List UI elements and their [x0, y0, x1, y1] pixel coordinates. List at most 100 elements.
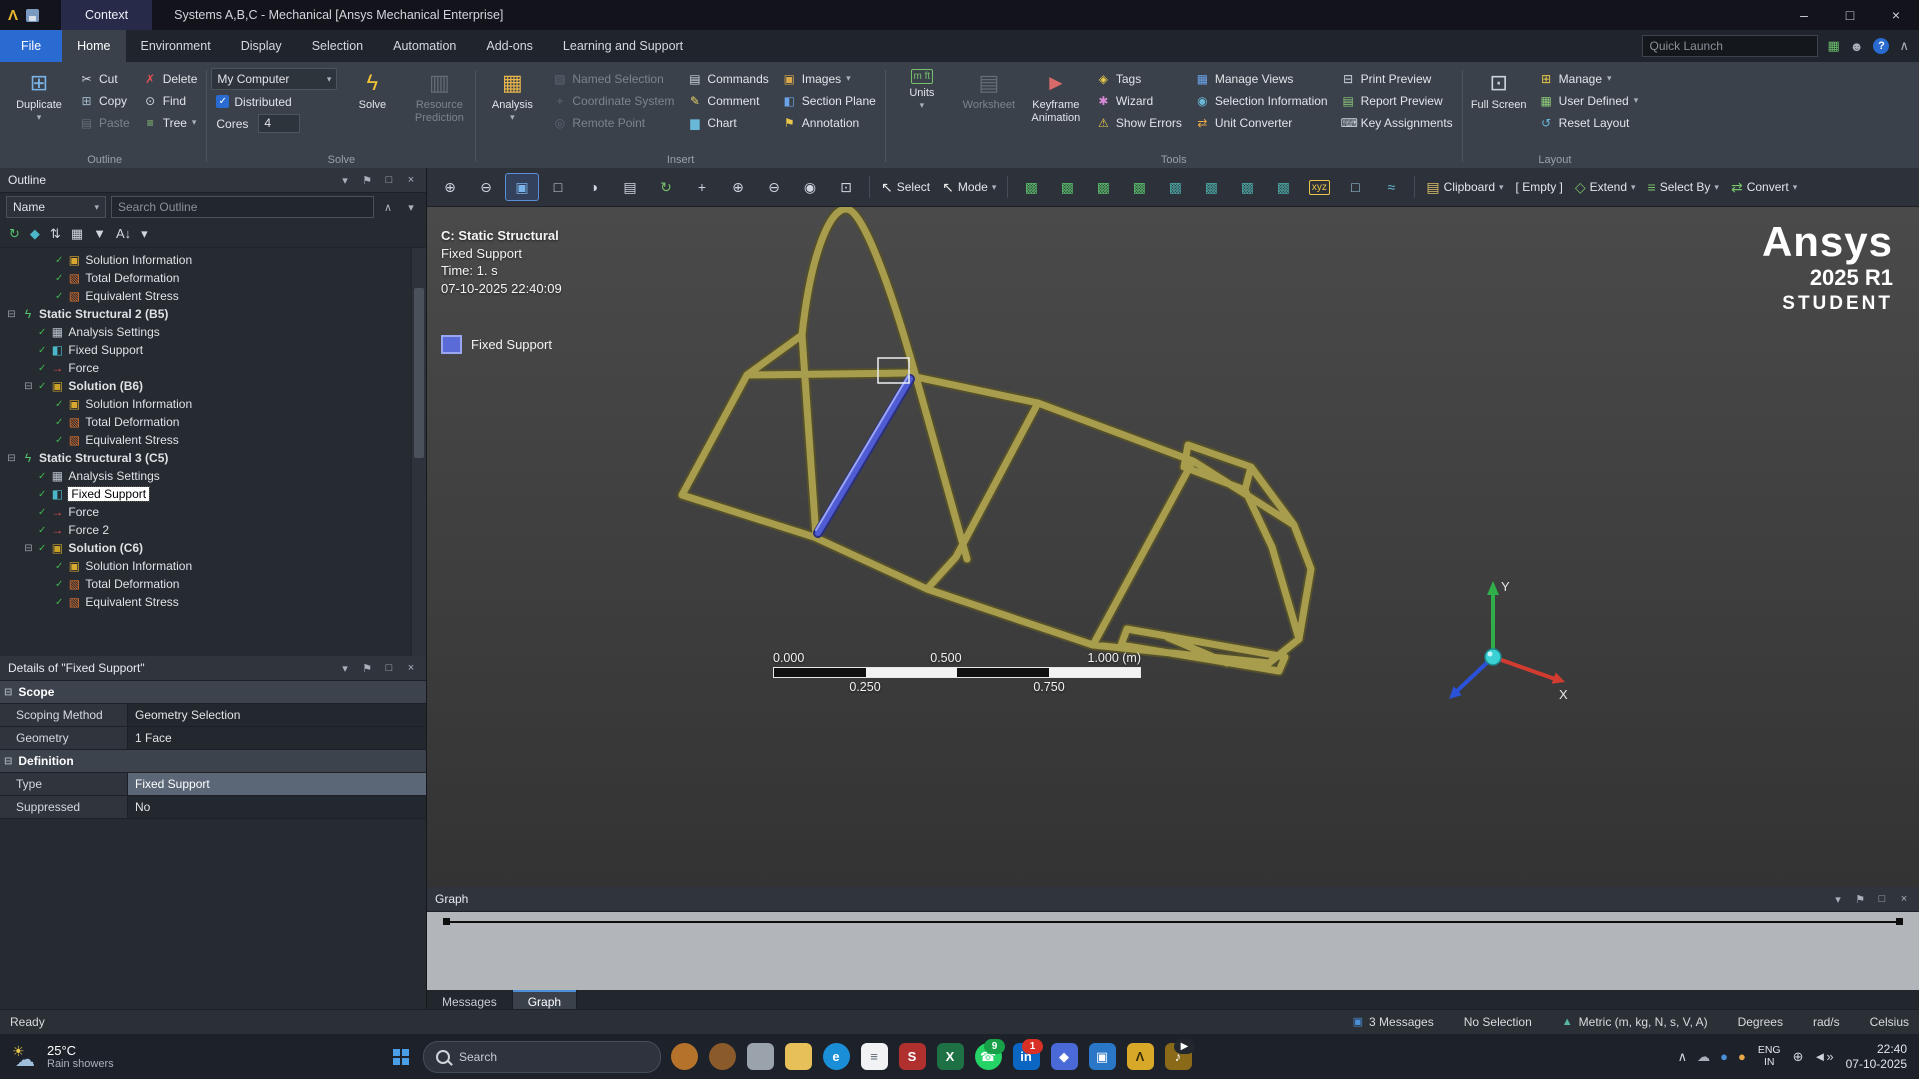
tree-item-total-deformation[interactable]: ✓ ▧ Total Deformation — [0, 269, 411, 287]
ribbon-distributed-button[interactable]: ✓ Distributed — [211, 91, 337, 112]
notepad-icon[interactable]: ≡ — [855, 1038, 893, 1076]
ribbon-tree-button[interactable]: ≡ Tree ▾ — [138, 112, 203, 133]
ribbon-manage-button[interactable]: ⊞ Manage ▾ — [1534, 68, 1644, 89]
graph-pin-icon[interactable]: ⚑ — [1853, 893, 1867, 906]
more-options-icon[interactable]: ▾ — [402, 201, 420, 214]
tree-item-solution-information[interactable]: ✓ ▣ Solution Information — [0, 251, 411, 269]
graph-float-icon[interactable]: □ — [1875, 893, 1889, 906]
wireframe-button[interactable]: □ — [1338, 173, 1372, 201]
details-row-scoping-method[interactable]: Scoping Method Geometry Selection — [0, 704, 426, 727]
menu-tab-home[interactable]: Home — [62, 30, 126, 62]
language-switcher[interactable]: ENG IN — [1758, 1044, 1781, 1068]
tree-item-analysis-settings[interactable]: ✓ ▦ Analysis Settings — [0, 467, 411, 485]
tree-item-force[interactable]: ✓ → Force — [0, 359, 411, 377]
outline-float-icon[interactable]: □ — [382, 174, 396, 187]
zoom-in-button[interactable]: ⊕ — [721, 173, 755, 201]
ribbon-user-defined-button[interactable]: ▦ User Defined ▾ — [1534, 90, 1644, 111]
clipboard-empty-state[interactable]: [ Empty ] — [1511, 173, 1568, 201]
details-close-icon[interactable]: × — [404, 662, 418, 675]
help-icon[interactable]: ? — [1873, 38, 1890, 54]
excel-icon[interactable]: X — [931, 1038, 969, 1076]
ribbon-wizard-button[interactable]: ✱ Wizard — [1091, 90, 1187, 111]
ribbon-unit-converter-button[interactable]: ⇄ Unit Converter — [1190, 112, 1333, 133]
tree-item-solution-information[interactable]: ✓ ▣ Solution Information — [0, 557, 411, 575]
tree-item-static-structural-2-b5[interactable]: ⊟ ϟ Static Structural 2 (B5) — [0, 305, 411, 323]
media-app-icon[interactable]: ♪ ▶ — [1159, 1038, 1197, 1076]
minimize-button[interactable]: – — [1781, 0, 1827, 30]
image-capture-button[interactable]: ▤ — [613, 173, 647, 201]
onedrive-icon[interactable]: ☁ — [1697, 1049, 1710, 1065]
taskbar-search-input[interactable]: Search — [423, 1040, 661, 1073]
select-by-button[interactable]: ≡ Select By ▾ — [1643, 173, 1724, 201]
details-menu-caret-icon[interactable]: ▾ — [338, 662, 352, 675]
ribbon-annotation-button[interactable]: ⚑ Annotation — [777, 112, 881, 133]
menu-tab-display[interactable]: Display — [226, 30, 297, 62]
tree-item-equivalent-stress[interactable]: ✓ ▧ Equivalent Stress — [0, 287, 411, 305]
app-red-s-icon[interactable]: S — [893, 1038, 931, 1076]
clock-widget[interactable]: 22:40 07-10-2025 — [1846, 1042, 1907, 1071]
zoom-back-button[interactable]: ⊖ — [469, 173, 503, 201]
box-select-button[interactable]: ▩ — [1194, 173, 1228, 201]
ribbon-chart-button[interactable]: ▆ Chart — [682, 112, 773, 133]
details-row-suppressed[interactable]: Suppressed No — [0, 796, 426, 819]
select-button[interactable]: ↖ Select — [876, 173, 935, 201]
outline-menu-caret-icon[interactable]: ▾ — [338, 174, 352, 187]
maximize-button[interactable]: □ — [1827, 0, 1873, 30]
tree-scrollbar[interactable] — [411, 248, 426, 656]
expander-icon[interactable]: ⊟ — [6, 453, 17, 464]
orientation-triad[interactable]: Y X — [1427, 573, 1577, 723]
ribbon-analysis-button[interactable]: ▦ Analysis ▾ — [480, 64, 544, 153]
graph-timeline[interactable] — [427, 912, 1919, 990]
zoom-box-button[interactable]: ⊕ — [433, 173, 467, 201]
expander-icon[interactable]: ⊟ — [23, 543, 34, 554]
expand-more-button[interactable]: ▾ — [141, 227, 148, 241]
tree-item-fixed-support[interactable]: ✓ ◧ Fixed Support — [0, 341, 411, 359]
ribbon-key-assignments-button[interactable]: ⌨ Key Assignments — [1336, 112, 1458, 133]
ribbon-copy-button[interactable]: ⊞ Copy — [74, 90, 135, 111]
tray-app-orange-icon[interactable]: ● — [1738, 1049, 1746, 1064]
context-tab[interactable]: Context — [61, 0, 153, 30]
details-row-geometry[interactable]: Geometry 1 Face — [0, 727, 426, 750]
multi-select-button[interactable]: ▩ — [1158, 173, 1192, 201]
refresh-view-button[interactable]: ↻ — [649, 173, 683, 201]
network-icon[interactable]: ⊕ — [1793, 1049, 1804, 1065]
tree-item-solution-c6[interactable]: ⊟ ✓ ▣ Solution (C6) — [0, 539, 411, 557]
menu-tab-learning-and-support[interactable]: Learning and Support — [548, 30, 698, 62]
ribbon-solve-button[interactable]: ϟ Solve — [340, 64, 404, 153]
tray-app-blue-icon[interactable]: ● — [1720, 1049, 1728, 1064]
scroll-up-icon[interactable]: ∧ — [379, 201, 397, 214]
graph-menu-caret-icon[interactable]: ▾ — [1831, 893, 1845, 906]
ribbon-tags-button[interactable]: ◈ Tags — [1091, 68, 1187, 89]
tree-item-analysis-settings[interactable]: ✓ ▦ Analysis Settings — [0, 323, 411, 341]
weather-widget[interactable]: ☀ ☁ 25°C Rain showers — [12, 1043, 114, 1071]
ribbon-full-screen-button[interactable]: ⊡ Full Screen — [1467, 64, 1531, 153]
ansys-mechanical-icon[interactable]: Λ — [1121, 1038, 1159, 1076]
zoom-out-button[interactable]: ⊖ — [757, 173, 791, 201]
ribbon-delete-button[interactable]: ✗ Delete — [138, 68, 203, 89]
details-section-scope[interactable]: ⊟ Scope — [0, 681, 426, 704]
edge-browser-icon[interactable]: e — [817, 1038, 855, 1076]
tree-item-solution-b6[interactable]: ⊟ ✓ ▣ Solution (B6) — [0, 377, 411, 395]
menu-tab-environment[interactable]: Environment — [126, 30, 226, 62]
clipboard-button[interactable]: ▤ Clipboard ▾ — [1421, 173, 1508, 201]
ribbon-images-button[interactable]: ▣ Images ▾ — [777, 68, 881, 89]
expander-icon[interactable]: ⊟ — [6, 309, 17, 320]
coordinates-button[interactable]: xyz — [1302, 173, 1336, 201]
remote-app-icon[interactable]: ▣ — [1083, 1038, 1121, 1076]
tree-item-fixed-support[interactable]: ✓ ◧ Fixed Support — [0, 485, 411, 503]
refresh-tree-button[interactable]: ↻ — [9, 227, 20, 241]
user-icon[interactable]: ☻ — [1850, 39, 1864, 54]
menu-tab-file[interactable]: File — [0, 30, 63, 62]
apps-grid-icon[interactable]: ▦ — [1828, 38, 1840, 54]
photos-app-icon[interactable]: ◆ — [1045, 1038, 1083, 1076]
ribbon-cut-button[interactable]: ✂ Cut — [74, 68, 135, 89]
orbit-view-button[interactable]: ◑ — [577, 173, 611, 201]
graph-close-icon[interactable]: × — [1897, 893, 1911, 906]
face-select-button[interactable]: ▩ — [1086, 173, 1120, 201]
eraser-button[interactable]: ◆ — [30, 227, 40, 241]
menu-tab-add-ons[interactable]: Add-ons — [471, 30, 548, 62]
volume-icon[interactable]: ◄» — [1814, 1049, 1834, 1064]
body-select-button[interactable]: ▩ — [1122, 173, 1156, 201]
sort-button[interactable]: ⇅ — [50, 227, 61, 241]
ribbon-selection-information-button[interactable]: ◉ Selection Information — [1190, 90, 1333, 111]
